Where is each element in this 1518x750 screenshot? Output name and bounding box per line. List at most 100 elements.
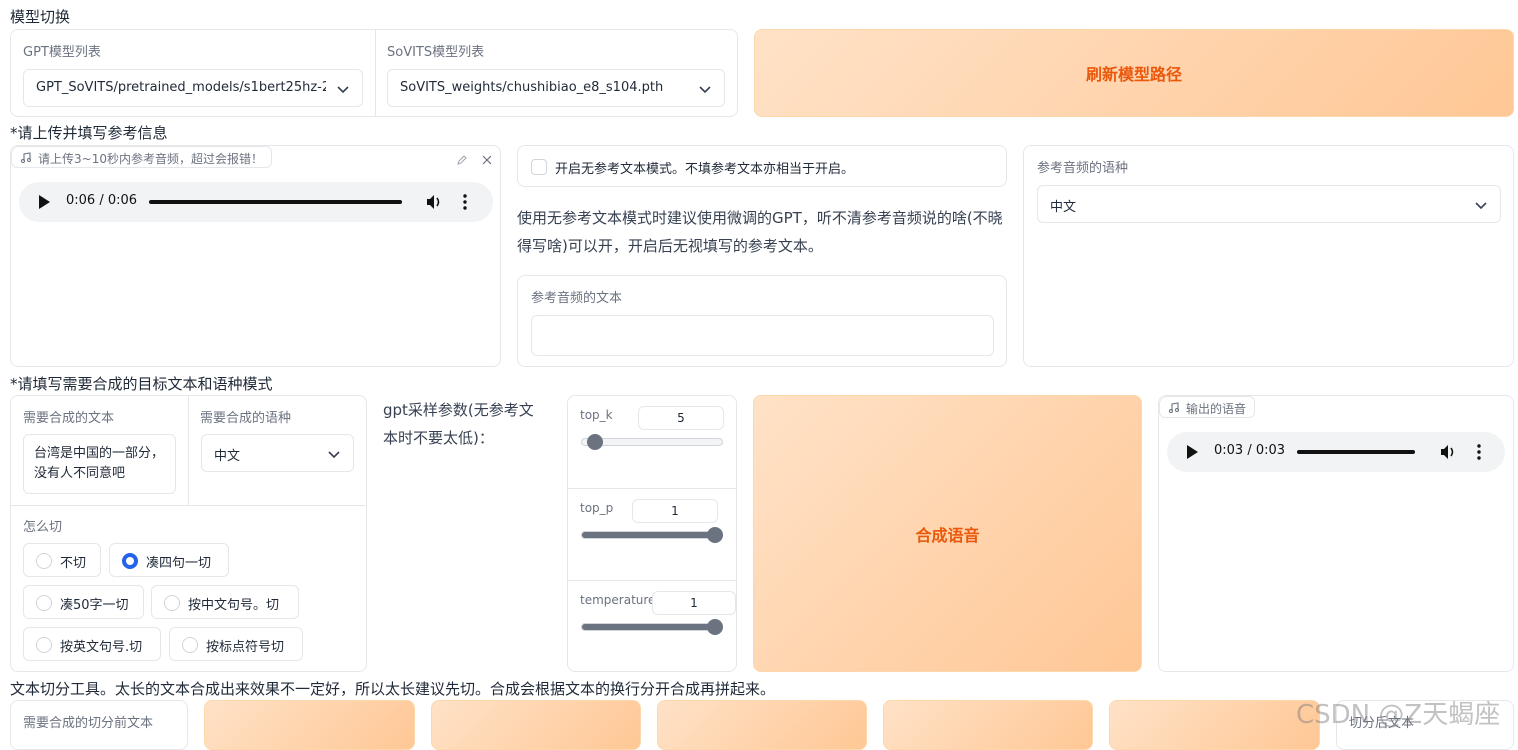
play-icon[interactable] (39, 195, 50, 209)
cut-option-label: 凑四句一切 (146, 556, 212, 571)
param-row-temperature: temperature 1 (568, 580, 736, 672)
no-ref-text-checkbox[interactable] (531, 159, 547, 175)
gpt-model-value: GPT_SoVITS/pretrained_models/s1bert25hz-… (36, 80, 326, 95)
model-switch-heading: 模型切换 (10, 8, 71, 26)
param-value-input[interactable]: 1 (652, 591, 736, 615)
music-note-icon (21, 152, 31, 163)
param-slider-thumb[interactable] (707, 619, 723, 635)
chevron-down-icon (699, 86, 711, 94)
refresh-models-button[interactable]: 刷新模型路径 (754, 29, 1514, 117)
cut-method-label: 怎么切 (23, 520, 63, 535)
param-row-top_k: top_k 5 (568, 396, 736, 488)
target-lang-value: 中文 (214, 449, 241, 464)
target-text-input[interactable] (23, 434, 176, 494)
cut-option-label: 凑50字一切 (60, 598, 129, 613)
upload-tag: 请上传3~10秒内参考音频，超过会报错！ (11, 146, 272, 168)
edit-icon[interactable] (456, 154, 468, 166)
synthesize-button[interactable]: 合成语音 (753, 395, 1142, 672)
watermark: CSDN @Z天蝎座 (1296, 700, 1501, 730)
cut-option-fifty-chars[interactable]: 凑50字一切 (23, 585, 144, 619)
music-note-icon (1169, 402, 1179, 413)
split-button-2[interactable] (431, 700, 641, 750)
param-value-input[interactable]: 1 (632, 499, 718, 523)
radio-icon (36, 553, 52, 569)
target-text-label: 需要合成的文本 (23, 411, 115, 426)
sovits-model-value: SoVITS_weights/chushibiao_e8_s104.pth (400, 80, 664, 95)
volume-icon[interactable] (1439, 443, 1457, 461)
cut-option-label: 按标点符号切 (206, 640, 285, 655)
more-options-icon[interactable] (463, 193, 467, 211)
cut-option-none[interactable]: 不切 (23, 543, 101, 577)
refresh-models-label: 刷新模型路径 (1085, 65, 1182, 84)
param-slider[interactable] (581, 531, 723, 539)
split-button-3[interactable] (657, 700, 867, 750)
param-value-input[interactable]: 5 (638, 406, 724, 430)
reference-heading: *请上传并填写参考信息 (10, 124, 168, 142)
output-audio-panel: 输出的语音 0:03 / 0:03 (1158, 395, 1514, 672)
cut-option-label: 按英文句号.切 (60, 640, 143, 655)
gpt-model-label: GPT模型列表 (23, 45, 101, 60)
volume-icon[interactable] (425, 193, 443, 211)
reference-audio-panel: 请上传3~10秒内参考音频，超过会报错！ 0:06 / 0:06 (10, 145, 501, 367)
param-slider[interactable] (581, 623, 723, 631)
gpt-model-dropdown[interactable]: GPT_SoVITS/pretrained_models/s1bert25hz-… (23, 69, 363, 107)
split-button-1[interactable] (204, 700, 415, 750)
gpt-params-label: gpt采样参数(无参考文本时不要太低)： (383, 401, 534, 447)
ref-text-label: 参考音频的文本 (531, 291, 623, 306)
no-ref-text-note: 使用无参考文本模式时建议使用微调的GPT，听不清参考音频说的啥(不晓得写啥)可以… (517, 209, 1003, 255)
divider (188, 396, 189, 505)
output-tag-text: 输出的语音 (1186, 402, 1247, 416)
cut-option-chinese-period[interactable]: 按中文句号。切 (151, 585, 299, 619)
split-button-5[interactable] (1109, 700, 1320, 750)
output-tag: 输出的语音 (1159, 396, 1256, 418)
more-options-icon[interactable] (1477, 443, 1481, 461)
param-slider-thumb[interactable] (707, 527, 723, 543)
ref-lang-dropdown[interactable]: 中文 (1037, 185, 1501, 223)
radio-selected-icon (122, 553, 138, 569)
cut-option-label: 不切 (60, 556, 87, 571)
ref-lang-value: 中文 (1050, 200, 1077, 215)
no-ref-text-checkbox-row[interactable]: 开启无参考文本模式。不填参考文本亦相当于开启。 (517, 145, 1007, 187)
reference-audio-player[interactable]: 0:06 / 0:06 (19, 182, 493, 222)
radio-icon (36, 595, 52, 611)
output-audio-time: 0:03 / 0:03 (1214, 443, 1286, 458)
split-button-4[interactable] (883, 700, 1093, 750)
cut-option-punctuation[interactable]: 按标点符号切 (169, 627, 303, 661)
upload-tag-text: 请上传3~10秒内参考音频，超过会报错！ (38, 152, 263, 166)
sovits-model-label: SoVITS模型列表 (387, 45, 485, 60)
output-audio-progress[interactable] (1297, 450, 1415, 454)
no-ref-text-label: 开启无参考文本模式。不填参考文本亦相当于开启。 (555, 162, 855, 177)
synthesize-label: 合成语音 (915, 525, 980, 545)
split-before-panel: 需要合成的切分前文本 (10, 700, 188, 750)
chevron-down-icon (328, 451, 340, 459)
target-text-panel: 需要合成的文本 需要合成的语种 中文 怎么切 不切 凑四句一切 凑50字一切 按… (10, 395, 367, 672)
param-label: top_k (580, 408, 613, 422)
param-slider-thumb[interactable] (587, 434, 604, 450)
ref-lang-label: 参考音频的语种 (1037, 161, 1129, 176)
target-heading: *请填写需要合成的目标文本和语种模式 (10, 375, 273, 393)
play-icon[interactable] (1187, 445, 1198, 459)
reference-audio-progress[interactable] (149, 200, 402, 204)
output-audio-player[interactable]: 0:03 / 0:03 (1167, 432, 1505, 472)
reference-audio-time: 0:06 / 0:06 (66, 193, 138, 208)
close-icon[interactable] (481, 154, 493, 166)
chevron-down-icon (337, 86, 349, 94)
splitter-heading: 文本切分工具。太长的文本合成出来效果不一定好，所以太长建议先切。合成会根据文本的… (10, 680, 776, 698)
divider (11, 505, 366, 506)
cut-option-english-period[interactable]: 按英文句号.切 (23, 627, 161, 661)
radio-icon (36, 637, 52, 653)
model-list-panel: GPT模型列表 GPT_SoVITS/pretrained_models/s1b… (10, 29, 738, 117)
ref-lang-panel: 参考音频的语种 中文 (1023, 145, 1514, 367)
cut-option-four-sentences[interactable]: 凑四句一切 (109, 543, 229, 577)
divider (375, 30, 376, 116)
target-lang-dropdown[interactable]: 中文 (201, 434, 354, 472)
param-row-top_p: top_p 1 (568, 488, 736, 580)
ref-text-input[interactable] (531, 315, 994, 356)
gpt-params-panel: top_k 5 top_p 1 temperature 1 (567, 395, 737, 672)
target-lang-label: 需要合成的语种 (200, 411, 292, 426)
radio-icon (182, 637, 198, 653)
cut-option-label: 按中文句号。切 (188, 598, 280, 613)
sovits-model-dropdown[interactable]: SoVITS_weights/chushibiao_e8_s104.pth (387, 69, 725, 107)
param-label: top_p (580, 501, 614, 515)
ref-text-panel: 参考音频的文本 (517, 275, 1007, 367)
